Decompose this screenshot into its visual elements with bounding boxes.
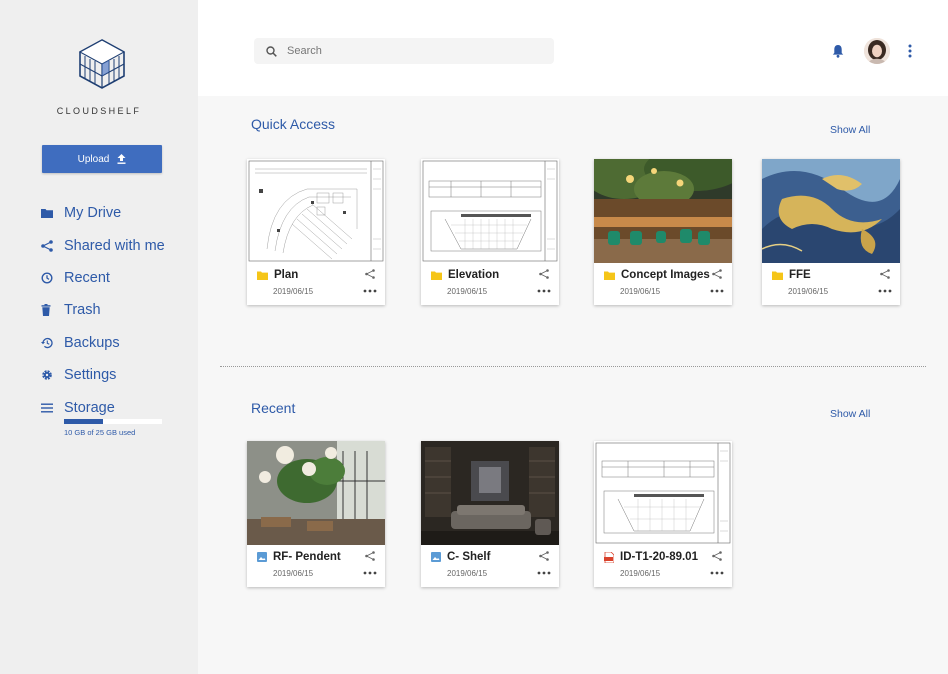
sidebar-item-label: Recent: [64, 269, 110, 286]
top-header: [198, 0, 948, 96]
sidebar-nav: My Drive Shared with me Recent Trash Bac…: [41, 197, 165, 424]
file-date: 2019/06/15: [620, 569, 661, 578]
folder-icon: [604, 271, 615, 280]
more-horiz-icon[interactable]: [537, 571, 551, 575]
share-icon[interactable]: [539, 269, 549, 279]
share-icon[interactable]: [365, 269, 375, 279]
storage-progress-fill: [64, 419, 104, 424]
file-title-row: RF- Pendent: [257, 551, 379, 563]
image-file-icon: [431, 552, 441, 562]
sidebar-item-shared[interactable]: Shared with me: [41, 229, 165, 261]
file-card-elevation[interactable]: Elevation 2019/06/15: [421, 159, 559, 305]
share-icon[interactable]: [712, 551, 722, 561]
file-card-id-t1-20-89-01[interactable]: ID-T1-20-89.01 2019/06/15: [594, 441, 732, 587]
file-date: 2019/06/15: [447, 569, 488, 578]
recent-show-all-link[interactable]: Show All: [830, 408, 870, 420]
upload-label: Upload: [77, 153, 110, 165]
recent-title: Recent: [251, 400, 296, 416]
cloudshelf-logo: [78, 39, 126, 89]
restaurant-photo-thumbnail: [594, 159, 732, 263]
file-card-c-shelf[interactable]: C- Shelf 2019/06/15: [421, 441, 559, 587]
user-avatar[interactable]: [864, 38, 890, 64]
search-bar[interactable]: [254, 38, 554, 64]
file-card-concept-images[interactable]: Concept Images 2019/06/15: [594, 159, 732, 305]
file-card-rf-pendent[interactable]: RF- Pendent 2019/06/15: [247, 441, 385, 587]
search-icon: [266, 45, 277, 57]
section-divider: [220, 366, 926, 367]
gear-icon: [41, 369, 64, 381]
pdf-file-icon: [604, 551, 614, 563]
file-title-row: Plan: [257, 269, 379, 281]
storage-progress-bar: [64, 419, 162, 424]
file-name: ID-T1-20-89.01: [620, 551, 698, 563]
file-name: RF- Pendent: [273, 551, 341, 563]
file-title-row: Concept Images: [604, 269, 726, 281]
share-icon[interactable]: [712, 269, 722, 279]
sidebar-item-label: My Drive: [64, 205, 122, 222]
sidebar-item-label: Storage: [64, 399, 115, 416]
file-date: 2019/06/15: [447, 287, 488, 296]
sidebar: CLOUDSHELF Upload My Drive Shared with m…: [0, 0, 198, 674]
upload-button[interactable]: Upload: [42, 145, 162, 173]
sidebar-item-label: Shared with me: [64, 237, 165, 254]
file-card-plan[interactable]: Plan 2019/06/15: [247, 159, 385, 305]
file-title-row: Elevation: [431, 269, 553, 281]
more-vert-icon[interactable]: [908, 44, 912, 58]
share-icon: [41, 239, 64, 252]
pendant-lights-photo-thumbnail: [247, 441, 385, 545]
file-title-row: C- Shelf: [431, 551, 553, 563]
quick-access-title: Quick Access: [251, 116, 336, 132]
share-icon[interactable]: [880, 269, 890, 279]
image-file-icon: [257, 552, 267, 562]
sidebar-item-my-drive[interactable]: My Drive: [41, 197, 165, 229]
more-horiz-icon[interactable]: [363, 289, 377, 293]
sidebar-item-label: Trash: [64, 302, 101, 319]
file-title-row: ID-T1-20-89.01: [604, 551, 726, 563]
file-date: 2019/06/15: [273, 569, 314, 578]
file-name: FFE: [789, 269, 811, 281]
elevation-drawing-thumbnail: [421, 159, 559, 263]
file-title-row: FFE: [772, 269, 894, 281]
storage-used-text: 10 GB of 25 GB used: [64, 428, 136, 437]
more-horiz-icon[interactable]: [710, 571, 724, 575]
menu-icon: [41, 403, 64, 413]
sidebar-item-backups[interactable]: Backups: [41, 327, 165, 359]
upload-icon: [117, 154, 126, 164]
share-icon[interactable]: [539, 551, 549, 561]
plan-drawing-thumbnail: [247, 159, 385, 263]
file-date: 2019/06/15: [788, 287, 829, 296]
sidebar-item-label: Settings: [64, 367, 117, 384]
file-date: 2019/06/15: [620, 287, 661, 296]
share-icon[interactable]: [365, 551, 375, 561]
marble-texture-thumbnail: [762, 159, 900, 263]
more-horiz-icon[interactable]: [363, 571, 377, 575]
sidebar-item-label: Backups: [64, 334, 120, 351]
sidebar-item-settings[interactable]: Settings: [41, 359, 165, 391]
file-name: C- Shelf: [447, 551, 491, 563]
file-name: Concept Images: [621, 269, 710, 281]
sidebar-item-trash[interactable]: Trash: [41, 294, 165, 326]
shelf-interior-photo-thumbnail: [421, 441, 559, 545]
file-name: Plan: [274, 269, 299, 281]
sidebar-item-recent[interactable]: Recent: [41, 262, 165, 294]
brand-name: CLOUDSHELF: [56, 106, 142, 116]
folder-icon: [772, 271, 783, 280]
pdf-drawing-thumbnail: [594, 441, 732, 545]
file-name: Elevation: [448, 269, 500, 281]
quick-access-show-all-link[interactable]: Show All: [830, 124, 870, 136]
more-horiz-icon[interactable]: [710, 289, 724, 293]
search-input[interactable]: [287, 45, 527, 57]
folder-icon: [257, 271, 268, 280]
clock-icon: [41, 272, 64, 284]
trash-icon: [41, 304, 64, 317]
file-card-ffe[interactable]: FFE 2019/06/15: [762, 159, 900, 305]
history-icon: [41, 337, 64, 349]
folder-icon: [41, 208, 64, 219]
notification-bell-icon[interactable]: [832, 44, 844, 58]
file-date: 2019/06/15: [273, 287, 314, 296]
more-horiz-icon[interactable]: [878, 289, 892, 293]
more-horiz-icon[interactable]: [537, 289, 551, 293]
folder-icon: [431, 271, 442, 280]
